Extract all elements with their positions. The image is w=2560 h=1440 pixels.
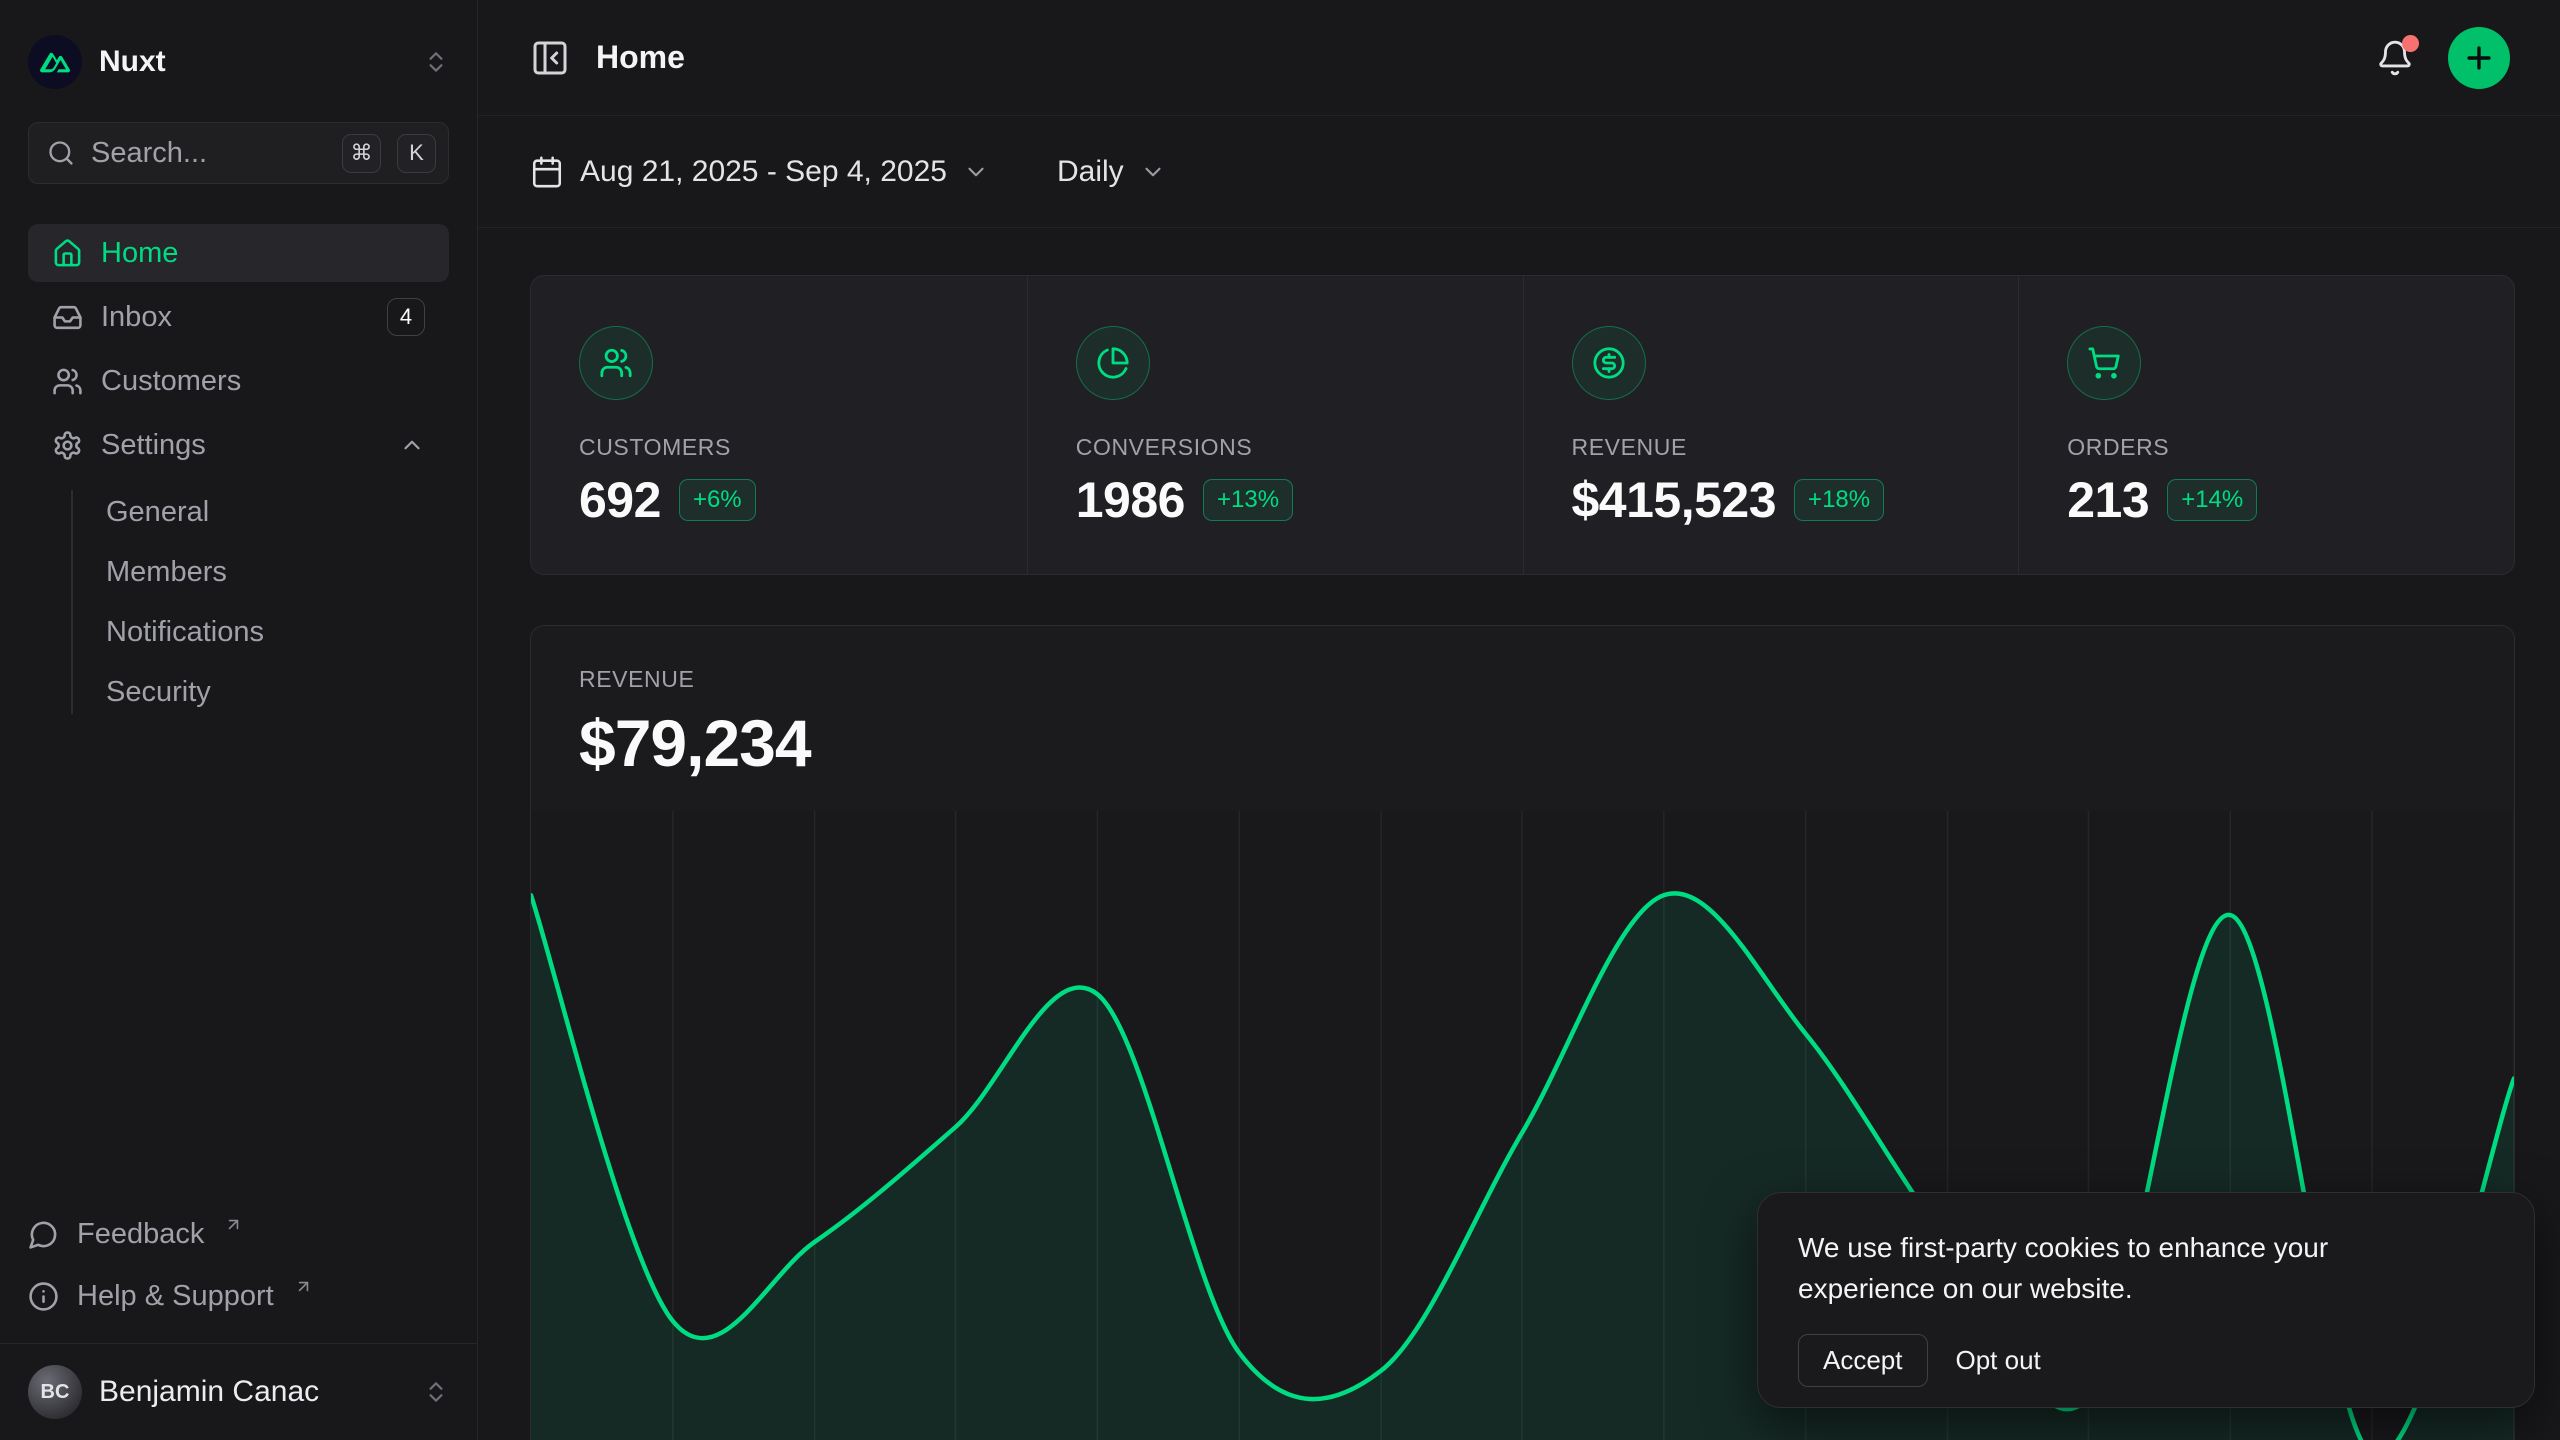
message-bubble-icon (28, 1219, 59, 1250)
workspace-switcher[interactable]: Nuxt (28, 34, 449, 90)
stat-value: 692 (579, 471, 661, 529)
gear-icon (52, 430, 83, 461)
panel-left-close-icon (530, 38, 570, 78)
home-icon (52, 238, 83, 269)
filter-bar: Aug 21, 2025 - Sep 4, 2025 Daily (478, 116, 2560, 228)
stat-card-conversions[interactable]: CONVERSIONS 1986 +13% (1027, 276, 1523, 575)
interval-select[interactable]: Daily (1057, 155, 1166, 189)
revenue-panel-header: REVENUE $79,234 (531, 626, 2514, 811)
link-label: Feedback (77, 1218, 204, 1251)
stat-delta-badge: +18% (1794, 479, 1884, 521)
notifications-button[interactable] (2376, 39, 2414, 77)
sidebar-item-notifications[interactable]: Notifications (28, 604, 449, 660)
users-icon (579, 326, 653, 400)
subnav-label: Security (106, 676, 211, 709)
sidebar-item-members[interactable]: Members (28, 544, 449, 600)
search-input[interactable] (91, 137, 326, 170)
sidebar-item-label: Settings (101, 429, 206, 462)
stat-label: REVENUE (1572, 434, 1971, 461)
subnav-label: General (106, 496, 209, 529)
search-icon (47, 139, 75, 167)
chevrons-up-down-icon (423, 49, 449, 75)
sidebar-item-home[interactable]: Home (28, 224, 449, 282)
k-key-badge: K (397, 134, 436, 173)
stats-row: CUSTOMERS 692 +6% CONVERSIONS 1986 +13% (530, 275, 2515, 575)
stat-value: 1986 (1076, 471, 1185, 529)
users-icon (52, 366, 83, 397)
sidebar-item-security[interactable]: Security (28, 664, 449, 720)
stat-delta-badge: +14% (2167, 479, 2257, 521)
header-actions (2376, 27, 2510, 89)
sidebar-item-label: Customers (101, 365, 241, 398)
sidebar-nav: Home Inbox 4 Customers Settings Ge (28, 224, 449, 720)
user-section: BC Benjamin Canac (0, 1343, 477, 1440)
sidebar-collapse-button[interactable] (530, 38, 570, 78)
sidebar: Nuxt ⌘ K Home Inbox 4 (0, 0, 478, 1440)
sidebar-item-general[interactable]: General (28, 484, 449, 540)
cookie-message: We use first-party cookies to enhance yo… (1798, 1227, 2438, 1310)
inbox-icon (52, 302, 83, 333)
stat-label: ORDERS (2067, 434, 2466, 461)
opt-out-button[interactable]: Opt out (1938, 1335, 2059, 1386)
settings-subnav: General Members Notifications Security (28, 484, 449, 720)
sidebar-item-customers[interactable]: Customers (28, 352, 449, 410)
inbox-count-badge: 4 (387, 298, 425, 336)
user-menu-button[interactable]: BC Benjamin Canac (28, 1344, 449, 1440)
chevron-down-icon (1140, 159, 1166, 185)
chevrons-up-down-icon (423, 1379, 449, 1405)
stat-delta-badge: +6% (679, 479, 756, 521)
chevron-up-icon (399, 432, 425, 458)
stat-label: CONVERSIONS (1076, 434, 1475, 461)
stat-value: 213 (2067, 471, 2149, 529)
calendar-icon (530, 155, 564, 189)
sidebar-footer-links: Feedback Help & Support (28, 1205, 449, 1343)
sidebar-item-inbox[interactable]: Inbox 4 (28, 288, 449, 346)
stat-card-revenue[interactable]: REVENUE $415,523 +18% (1523, 276, 2019, 575)
sidebar-item-label: Home (101, 237, 178, 270)
search-bar[interactable]: ⌘ K (28, 122, 449, 184)
cookie-actions: Accept Opt out (1798, 1334, 2494, 1387)
sidebar-item-label: Inbox (101, 301, 172, 334)
revenue-panel-value: $79,234 (579, 705, 2466, 781)
stat-label: CUSTOMERS (579, 434, 979, 461)
workspace-select-button[interactable] (423, 49, 449, 75)
add-button[interactable] (2448, 27, 2510, 89)
subnav-label: Notifications (106, 616, 264, 649)
subnav-label: Members (106, 556, 227, 589)
accept-button[interactable]: Accept (1798, 1334, 1928, 1387)
avatar: BC (28, 1365, 82, 1419)
link-label: Help & Support (77, 1280, 274, 1313)
cmd-key-badge: ⌘ (342, 134, 381, 173)
shopping-cart-icon (2067, 326, 2141, 400)
stat-card-customers[interactable]: CUSTOMERS 692 +6% (531, 276, 1027, 575)
nuxt-logo-icon (28, 35, 82, 89)
help-support-link[interactable]: Help & Support (28, 1267, 449, 1325)
date-range-picker[interactable]: Aug 21, 2025 - Sep 4, 2025 (530, 155, 989, 189)
pie-chart-icon (1076, 326, 1150, 400)
chevron-down-icon (963, 159, 989, 185)
info-circle-icon (28, 1281, 59, 1312)
external-link-icon (294, 1277, 313, 1296)
plus-icon (2462, 41, 2496, 75)
stat-delta-badge: +13% (1203, 479, 1293, 521)
date-range-label: Aug 21, 2025 - Sep 4, 2025 (580, 155, 947, 189)
user-name: Benjamin Canac (99, 1375, 319, 1409)
workspace-name: Nuxt (99, 45, 166, 79)
stat-card-orders[interactable]: ORDERS 213 +14% (2018, 276, 2514, 575)
notification-dot (2402, 35, 2419, 52)
interval-label: Daily (1057, 155, 1124, 189)
sidebar-item-settings[interactable]: Settings (28, 416, 449, 474)
dollar-circle-icon (1572, 326, 1646, 400)
revenue-panel-label: REVENUE (579, 666, 2466, 693)
external-link-icon (224, 1215, 243, 1234)
page-header: Home (478, 0, 2560, 116)
feedback-link[interactable]: Feedback (28, 1205, 449, 1263)
cookie-banner: We use first-party cookies to enhance yo… (1757, 1192, 2535, 1408)
stat-value: $415,523 (1572, 471, 1777, 529)
page-title: Home (596, 39, 685, 76)
